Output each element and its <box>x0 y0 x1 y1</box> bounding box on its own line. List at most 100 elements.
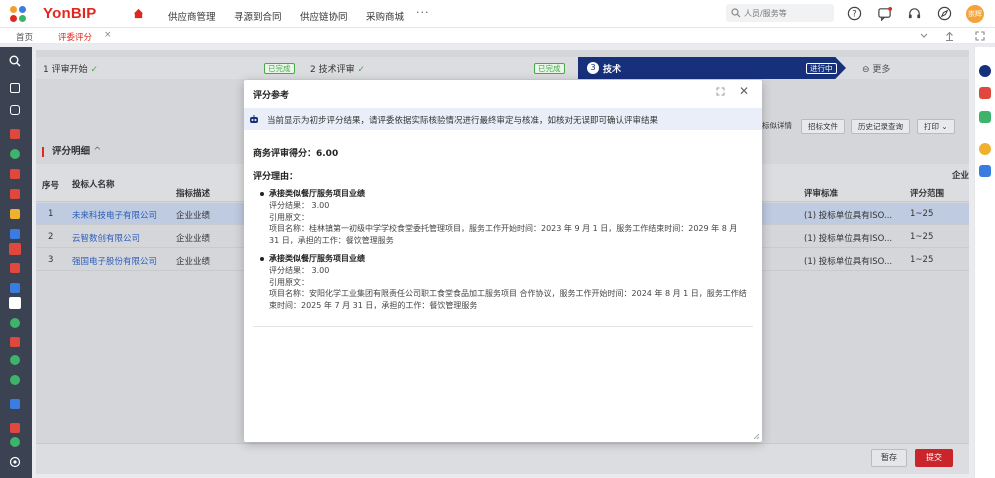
dialog-header: 评分参考 ✕ <box>244 80 762 106</box>
module-icon-16[interactable] <box>10 437 20 447</box>
header-standard: 评审标准 <box>804 189 839 199</box>
module-icon-11[interactable] <box>10 318 20 328</box>
step-3-status: 进行中 <box>806 63 837 74</box>
chevron-down-icon[interactable] <box>920 33 928 39</box>
row-indicator: 企业业绩 <box>176 234 211 244</box>
module-icon-2[interactable] <box>10 149 20 159</box>
module-icon-15[interactable] <box>10 423 20 433</box>
left-sidebar <box>0 47 32 478</box>
step-2-status: 已完成 <box>534 63 565 74</box>
reason-item-title: 承接类似餐厅服务项目业绩 <box>260 253 749 265</box>
dialog-title: 评分参考 <box>253 91 290 101</box>
module-icon-1[interactable] <box>10 129 20 139</box>
header-bidder: 投标人名称 <box>72 180 115 190</box>
search-box[interactable] <box>726 4 834 22</box>
nav-item-mall[interactable]: 采购商城 <box>366 9 404 23</box>
step-3-active: 3 技术 进行中 <box>578 57 846 79</box>
close-icon[interactable]: ✕ <box>739 84 749 98</box>
fullscreen-icon[interactable] <box>975 31 985 41</box>
reason-label: 评分理由： <box>253 172 299 182</box>
app-icon-2[interactable] <box>979 111 991 123</box>
module-icon-13[interactable] <box>10 355 20 365</box>
top-bar: YonBIP 供应商管理 寻源到合同 供应链协同 采购商城 ··· ? 崇辉 <box>0 0 995 28</box>
row-standard: (1) 投标单位具有ISO... <box>804 234 893 244</box>
reason-item-detail: 项目名称：桂林镇第一初级中学学校食堂委托管理项目，服务工作开始时间：2023 年… <box>269 224 738 246</box>
right-toolbar <box>974 47 995 478</box>
nav-item-supplier[interactable]: 供应商管理 <box>168 9 216 23</box>
settings-icon[interactable] <box>9 456 21 468</box>
history-button[interactable]: 历史记录查询 <box>851 119 910 134</box>
save-draft-button[interactable]: 暂存 <box>871 449 907 467</box>
divider <box>253 326 753 327</box>
reason-item-result: 评分结果： 3.00 <box>269 200 330 210</box>
step-more[interactable]: ⊖ 更多 <box>862 62 890 75</box>
more-nav-icon[interactable]: ··· <box>416 6 430 19</box>
message-icon[interactable] <box>10 105 20 115</box>
tab-bar: 首页 评委评分 × <box>0 28 995 44</box>
row-standard: (1) 投标单位具有ISO... <box>804 211 893 221</box>
header-range: 评分范围 <box>910 189 945 199</box>
reason-item-quote: 引用原文： <box>269 277 309 287</box>
home-icon[interactable] <box>133 8 144 19</box>
tender-docs-button[interactable]: 招标文件 <box>801 119 845 134</box>
notice-text: 当前显示为初步评分结果，请评委依据实际核验情况进行最终审定与核准，如核对无误即可… <box>267 116 659 126</box>
row-range: 1~25 <box>910 232 934 242</box>
compass-icon[interactable] <box>937 6 952 21</box>
robot-icon[interactable] <box>979 65 991 77</box>
collapse-icon[interactable]: ^ <box>93 146 101 157</box>
reason-item-detail: 项目名称：安阳化学工业集团有限责任公司职工食堂食品加工服务项目 合作协议，服务工… <box>269 289 747 311</box>
headset-icon[interactable] <box>907 6 922 21</box>
nav-item-supply-chain[interactable]: 供应链协同 <box>300 9 348 23</box>
help-icon[interactable] <box>979 143 991 155</box>
module-icon-7[interactable] <box>9 243 21 255</box>
similar-detail-button[interactable]: 标似详情 <box>762 119 792 134</box>
search-icon <box>731 8 741 18</box>
resize-handle-icon[interactable] <box>752 432 760 440</box>
module-icon-14[interactable] <box>10 375 20 385</box>
print-button[interactable]: 打印 ⌄ <box>917 119 955 134</box>
header-index: 序号 <box>42 181 60 191</box>
bidder-link[interactable]: 强国电子股份有限公司 <box>72 255 157 267</box>
module-icon-8[interactable] <box>10 263 20 273</box>
inbox-icon[interactable] <box>10 83 20 93</box>
robot-icon <box>250 115 258 123</box>
app-icon-3[interactable] <box>979 165 991 177</box>
step-2: 2 技术评审 ✓ <box>310 65 366 75</box>
header-indicator: 指标描述 <box>176 189 211 199</box>
module-icon-3[interactable] <box>10 169 20 179</box>
row-indicator: 企业业绩 <box>176 257 211 267</box>
bidder-link[interactable]: 未来科技电子有限公司 <box>72 209 157 221</box>
tab-home[interactable]: 首页 <box>16 31 33 43</box>
submit-button[interactable]: 提交 <box>915 449 953 467</box>
module-icon-5[interactable] <box>10 209 20 219</box>
app-grid-icon[interactable] <box>10 6 26 22</box>
reason-item: 承接类似餐厅服务项目业绩 评分结果： 3.00 引用原文： 项目名称：安阳化学工… <box>260 253 749 312</box>
svg-text:?: ? <box>852 8 856 18</box>
module-icon-4[interactable] <box>10 189 20 199</box>
tab-scoring[interactable]: 评委评分 <box>58 31 92 43</box>
step-1: 1 评审开始 ✓ <box>43 65 99 75</box>
search-input[interactable] <box>744 6 830 20</box>
tab-close-icon[interactable]: × <box>104 30 112 40</box>
module-icon-12[interactable] <box>10 337 20 347</box>
reason-item-result: 评分结果： 3.00 <box>269 265 330 275</box>
module-icon-10[interactable] <box>9 297 21 309</box>
reason-item: 承接类似餐厅服务项目业绩 评分结果： 3.00 引用原文： 项目名称：桂林镇第一… <box>260 188 749 247</box>
reason-item-quote: 引用原文： <box>269 212 309 222</box>
notice-banner: 当前显示为初步评分结果，请评委依据实际核验情况进行最终审定与核准，如核对无误即可… <box>244 108 762 130</box>
message-icon[interactable] <box>877 6 892 21</box>
upload-icon[interactable] <box>945 31 954 41</box>
module-icon-6[interactable] <box>10 229 20 239</box>
app-icon-1[interactable] <box>979 87 991 99</box>
grid-icon[interactable] <box>10 399 20 409</box>
expand-icon[interactable] <box>716 87 725 96</box>
help-icon[interactable]: ? <box>847 6 862 21</box>
row-index: 3 <box>48 255 54 265</box>
row-index: 1 <box>48 209 54 219</box>
user-avatar[interactable]: 崇辉 <box>966 5 984 23</box>
search-icon[interactable] <box>9 55 21 67</box>
nav-item-sourcing[interactable]: 寻源到合同 <box>234 9 282 23</box>
bidder-link[interactable]: 云智数创有限公司 <box>72 232 140 244</box>
brand-logo: YonBIP <box>43 5 97 22</box>
module-icon-9[interactable] <box>10 283 20 293</box>
